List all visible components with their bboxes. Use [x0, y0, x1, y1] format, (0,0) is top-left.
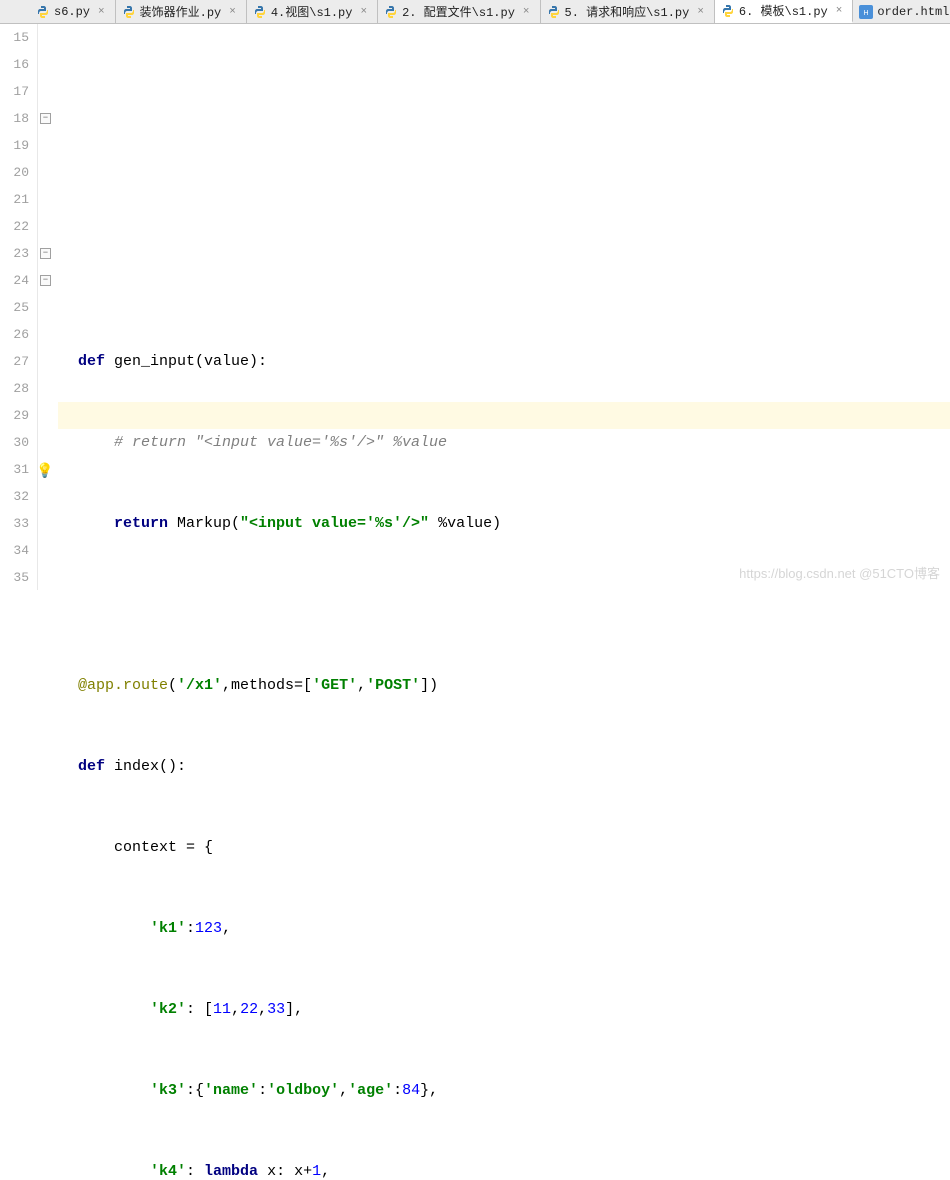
tab-decorator[interactable]: 装饰器作业.py × [116, 0, 247, 23]
line-number: 23 [0, 240, 29, 267]
code-line [78, 105, 950, 132]
code-line: 'k2': [11,22,33], [78, 996, 950, 1023]
python-icon [384, 5, 398, 19]
tab-label: 4.视图\s1.py [271, 3, 353, 20]
line-number: 19 [0, 132, 29, 159]
line-number: 28 [0, 375, 29, 402]
line-number: 32 [0, 483, 29, 510]
close-icon[interactable]: × [697, 6, 704, 18]
code-line: @app.route('/x1',methods=['GET','POST']) [78, 672, 950, 699]
line-number: 22 [0, 213, 29, 240]
fold-toggle-icon[interactable]: − [40, 248, 51, 259]
code-line [78, 591, 950, 618]
html-icon: H [859, 5, 873, 19]
line-number: 27 [0, 348, 29, 375]
tab-config-s1[interactable]: 2. 配置文件\s1.py × [378, 0, 540, 23]
line-number: 18 [0, 105, 29, 132]
tab-label: order.html [877, 5, 949, 19]
close-icon[interactable]: × [229, 6, 236, 18]
python-icon [547, 5, 561, 19]
line-number: 15 [0, 24, 29, 51]
code-line [78, 267, 950, 294]
code-line: def gen_input(value): [78, 348, 950, 375]
line-number: 25 [0, 294, 29, 321]
code-content[interactable]: def gen_input(value): # return "<input v… [58, 24, 950, 590]
tab-label: 2. 配置文件\s1.py [402, 3, 515, 20]
current-line-highlight [58, 402, 950, 429]
line-number: 20 [0, 159, 29, 186]
folding-column: − − − 💡 [38, 24, 58, 590]
svg-text:H: H [864, 10, 869, 17]
close-icon[interactable]: × [836, 5, 843, 17]
line-number-gutter: 15 16 17 18 19 20 21 22 23 24 25 26 27 2… [0, 24, 38, 590]
tab-order-html[interactable]: H order.html × [853, 0, 950, 23]
code-line: context = { [78, 834, 950, 861]
close-icon[interactable]: × [98, 6, 105, 18]
line-number: 21 [0, 186, 29, 213]
fold-toggle-icon[interactable]: − [40, 113, 51, 124]
line-number: 29 [0, 402, 29, 429]
line-number: 33 [0, 510, 29, 537]
line-number: 24 [0, 267, 29, 294]
close-icon[interactable]: × [360, 6, 367, 18]
tab-reqresp-s1[interactable]: 5. 请求和响应\s1.py × [541, 0, 715, 23]
code-line: 'k3':{'name':'oldboy','age':84}, [78, 1077, 950, 1104]
fold-toggle-icon[interactable]: − [40, 275, 51, 286]
python-icon [122, 5, 136, 19]
close-icon[interactable]: × [523, 6, 530, 18]
python-icon [36, 5, 50, 19]
line-number: 31 [0, 456, 29, 483]
code-line: 'k4': lambda x: x+1, [78, 1158, 950, 1180]
line-number: 17 [0, 78, 29, 105]
line-number: 35 [0, 564, 29, 591]
tab-template-s1[interactable]: 6. 模板\s1.py × [715, 0, 853, 23]
editor-area[interactable]: 15 16 17 18 19 20 21 22 23 24 25 26 27 2… [0, 24, 950, 590]
code-line: 'k1':123, [78, 915, 950, 942]
tab-s6[interactable]: s6.py × [30, 0, 116, 23]
code-line: # return "<input value='%s'/>" %value [78, 429, 950, 456]
tab-label: 装饰器作业.py [140, 3, 222, 20]
line-number: 30 [0, 429, 29, 456]
line-number: 34 [0, 537, 29, 564]
line-number: 16 [0, 51, 29, 78]
tab-label: s6.py [54, 5, 90, 19]
python-icon [721, 4, 735, 18]
editor-tabs-bar: s6.py × 装饰器作业.py × 4.视图\s1.py × 2. 配置文件\… [0, 0, 950, 24]
code-line: def index(): [78, 753, 950, 780]
code-line [78, 186, 950, 213]
tab-view-s1[interactable]: 4.视图\s1.py × [247, 0, 378, 23]
python-icon [253, 5, 267, 19]
lightbulb-icon[interactable]: 💡 [36, 463, 50, 477]
tab-label: 5. 请求和响应\s1.py [565, 3, 690, 20]
tab-label: 6. 模板\s1.py [739, 2, 828, 19]
line-number: 26 [0, 321, 29, 348]
code-line: return Markup("<input value='%s'/>" %val… [78, 510, 950, 537]
